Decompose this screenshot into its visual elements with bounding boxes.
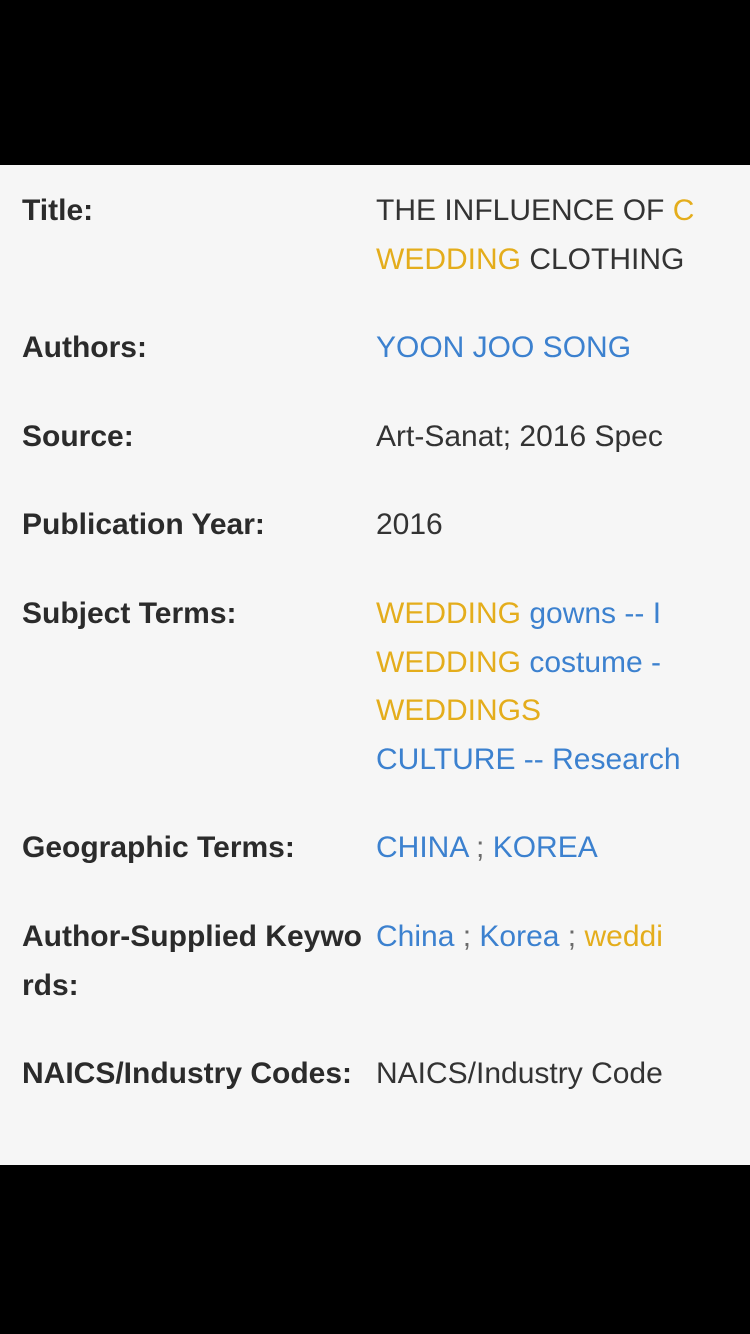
- record-label-author-supplied-keywords: Author-Supplied Keywords:: [22, 919, 362, 1002]
- record-text: CLOTHING: [521, 242, 685, 276]
- record-value-line: WEDDING gowns -- I: [376, 590, 750, 639]
- record-value-line: NAICS/Industry Code: [376, 1050, 750, 1099]
- record-value-naics-industry-codes: NAICS/Industry Code: [376, 1050, 750, 1099]
- record-text: ;: [559, 919, 585, 953]
- record-label-geographic-terms: Geographic Terms:: [22, 831, 295, 865]
- record-label-subject-terms: Subject Terms:: [22, 596, 237, 630]
- record-value-authors: YOON JOO SONG: [376, 324, 750, 373]
- letterbox-bar-top: [0, 0, 750, 165]
- record-label-title: Title:: [22, 194, 94, 227]
- record-value-line: Art-Sanat; 2016 Spec: [376, 413, 750, 462]
- record-term-link[interactable]: WEDDING: [376, 243, 521, 276]
- record-value-title: THE INFLUENCE OF C WEDDING CLOTHING: [376, 187, 750, 284]
- record-term-link[interactable]: I: [653, 597, 661, 630]
- record-value-author-supplied-keywords: China ; Korea ; weddi: [376, 913, 750, 962]
- record-value-subject-terms: WEDDING gowns -- I WEDDING costume - WEDDI…: [376, 590, 750, 784]
- record-term-link[interactable]: Korea: [479, 920, 559, 953]
- record-value-line: 2016: [376, 501, 750, 550]
- record-term-link[interactable]: CULTURE -- Research: [376, 743, 681, 776]
- record-row-naics-industry-codes: NAICS/Industry Codes: NAICS/Industry Code: [0, 1050, 750, 1099]
- record-term-link[interactable]: WEDDING: [376, 646, 521, 679]
- record-term-link[interactable]: KOREA: [493, 831, 598, 864]
- record-value-publication-year: 2016: [376, 501, 750, 550]
- record-text: ;: [454, 919, 480, 953]
- record-value-line: China ; Korea ; weddi: [376, 913, 750, 962]
- record-row-author-supplied-keywords: Author-Supplied Keywords: China ; Korea ;…: [0, 913, 750, 1010]
- record-text: Art-Sanat; 2016 Spec: [376, 419, 663, 453]
- record-value-geographic-terms: CHINA ; KOREA: [376, 824, 750, 873]
- record-term-link[interactable]: costume -: [521, 646, 661, 679]
- record-term-link[interactable]: C: [673, 194, 695, 227]
- record-row-geographic-terms: Geographic Terms: CHINA ; KOREA: [0, 824, 750, 873]
- record-row-title: Title: THE INFLUENCE OF C WEDDING CLOTHING: [0, 187, 750, 284]
- record-row-publication-year: Publication Year: 2016: [0, 501, 750, 550]
- record-row-subject-terms: Subject Terms: WEDDING gowns -- I WEDDING …: [0, 590, 750, 784]
- record-term-link[interactable]: CHINA: [376, 831, 468, 864]
- record-term-link[interactable]: China: [376, 920, 454, 953]
- record-term-link[interactable]: WEDDING: [376, 597, 521, 630]
- record-term-link[interactable]: WEDDINGS: [376, 694, 541, 727]
- record-row-source: Source: Art-Sanat; 2016 Spec: [0, 413, 750, 462]
- record-term-link[interactable]: weddi: [584, 920, 662, 953]
- record-text: THE INFLUENCE OF: [376, 194, 673, 227]
- record-value-line: CULTURE -- Research: [376, 736, 750, 785]
- record-value-line: CHINA ; KOREA: [376, 824, 750, 873]
- record-value-line: THE INFLUENCE OF C: [376, 187, 750, 236]
- letterbox-bar-bottom: [0, 1165, 750, 1334]
- record-label-publication-year: Publication Year:: [22, 508, 265, 542]
- record-label-naics-industry-codes: NAICS/Industry Codes:: [22, 1057, 353, 1091]
- record-term-link[interactable]: YOON JOO SONG: [376, 331, 631, 364]
- record-detail-viewport[interactable]: Title: THE INFLUENCE OF C WEDDING CLOTHING…: [0, 165, 750, 1165]
- record-term-link[interactable]: gowns --: [521, 597, 653, 630]
- record-text: NAICS/Industry Code: [376, 1057, 663, 1091]
- record-value-source: Art-Sanat; 2016 Spec: [376, 413, 750, 462]
- record-label-source: Source:: [22, 419, 134, 453]
- record-value-line: WEDDING costume -: [376, 639, 750, 688]
- record-row-authors: Authors: YOON JOO SONG: [0, 324, 750, 373]
- record-detail-table: Title: THE INFLUENCE OF C WEDDING CLOTHING…: [0, 165, 750, 1099]
- record-label-authors: Authors:: [22, 331, 147, 365]
- record-text: ;: [467, 831, 493, 865]
- record-value-line: WEDDING CLOTHING: [376, 236, 750, 285]
- record-value-line: YOON JOO SONG: [376, 324, 750, 373]
- record-value-line: WEDDINGS: [376, 687, 750, 736]
- device-screen: Title: THE INFLUENCE OF C WEDDING CLOTHING…: [0, 0, 750, 1334]
- record-text: 2016: [376, 508, 443, 542]
